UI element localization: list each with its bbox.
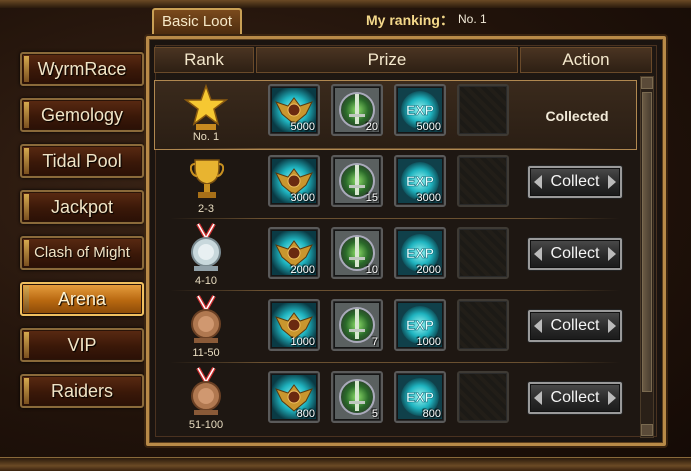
row-divider: [170, 148, 620, 149]
sidebar-item-clash-of-might[interactable]: Clash of Might: [20, 236, 144, 270]
sidebar-item-jackpot[interactable]: Jackpot: [20, 190, 144, 224]
exp-orb-icon[interactable]: 5000: [394, 84, 446, 136]
prize-count: 10: [365, 264, 378, 276]
winged-crest-icon[interactable]: 5000: [268, 84, 320, 136]
header-prize: Prize: [256, 47, 518, 73]
empty-slot: [457, 155, 509, 207]
row-divider: [170, 362, 620, 363]
rank-label: 2-3: [198, 203, 214, 215]
tab-basic-loot[interactable]: Basic Loot: [152, 8, 242, 36]
rank-label: 11-50: [192, 347, 220, 359]
rank-label: 4-10: [194, 275, 218, 287]
sword-shield-icon[interactable]: 15: [331, 155, 383, 207]
gold-cup-icon: [190, 159, 224, 198]
empty-slot: [457, 227, 509, 279]
collected-status: Collected: [545, 108, 609, 124]
scrollbar-thumb[interactable]: [642, 92, 652, 392]
prize-count: 2000: [290, 264, 315, 276]
rank-label: 51-100: [188, 419, 224, 431]
sidebar-item-wyrmrace[interactable]: WyrmRace: [20, 52, 144, 86]
bronze-medal-icon: [191, 295, 221, 343]
collect-button[interactable]: Collect: [528, 310, 622, 342]
prize-count: 1000: [416, 336, 441, 348]
sidebar-item-raiders[interactable]: Raiders: [20, 374, 144, 408]
top-border: [0, 0, 691, 8]
sword-shield-icon[interactable]: 10: [331, 227, 383, 279]
exp-orb-icon[interactable]: 2000: [394, 227, 446, 279]
winged-crest-icon[interactable]: 2000: [268, 227, 320, 279]
silver-medal-icon: [191, 223, 221, 271]
rank-label: No. 1: [192, 131, 220, 143]
empty-slot: [457, 371, 509, 423]
my-ranking-value: No. 1: [458, 12, 487, 26]
bottom-border: [0, 457, 691, 471]
sidebar-item-tidal-pool[interactable]: Tidal Pool: [20, 144, 144, 178]
empty-slot: [457, 84, 509, 136]
sword-shield-icon[interactable]: 20: [331, 84, 383, 136]
winged-crest-icon[interactable]: 800: [268, 371, 320, 423]
exp-orb-icon[interactable]: 1000: [394, 299, 446, 351]
prize-count: 2000: [416, 264, 441, 276]
header-action: Action: [520, 47, 652, 73]
exp-orb-icon[interactable]: 800: [394, 371, 446, 423]
prize-count: 20: [365, 121, 378, 133]
empty-slot: [457, 299, 509, 351]
sword-shield-icon[interactable]: 5: [331, 371, 383, 423]
prize-count: 3000: [290, 192, 315, 204]
sword-shield-icon[interactable]: 7: [331, 299, 383, 351]
prize-count: 5000: [290, 121, 315, 133]
scroll-down-arrow[interactable]: [641, 424, 653, 436]
header-rank: Rank: [154, 47, 254, 73]
prize-count: 15: [365, 192, 378, 204]
prize-count: 5000: [416, 121, 441, 133]
collect-button[interactable]: Collect: [528, 382, 622, 414]
row-divider: [170, 218, 620, 219]
winged-crest-icon[interactable]: 1000: [268, 299, 320, 351]
prize-count: 7: [371, 336, 378, 348]
bronze-medal-icon: [191, 367, 221, 415]
collect-button[interactable]: Collect: [528, 166, 622, 198]
row-divider: [170, 290, 620, 291]
collect-button[interactable]: Collect: [528, 238, 622, 270]
sidebar-item-arena[interactable]: Arena: [20, 282, 144, 316]
prize-count: 1000: [290, 336, 315, 348]
prize-count: 800: [422, 408, 441, 420]
prize-count: 5: [371, 408, 378, 420]
exp-orb-icon[interactable]: 3000: [394, 155, 446, 207]
winged-crest-icon[interactable]: 3000: [268, 155, 320, 207]
sidebar-item-vip[interactable]: VIP: [20, 328, 144, 362]
scroll-up-arrow[interactable]: [641, 77, 653, 89]
sidebar-item-gemology[interactable]: Gemology: [20, 98, 144, 132]
prize-count: 3000: [416, 192, 441, 204]
my-ranking-label: My ranking：: [366, 12, 454, 28]
star-trophy-icon: [184, 84, 228, 130]
prize-count: 800: [296, 408, 315, 420]
